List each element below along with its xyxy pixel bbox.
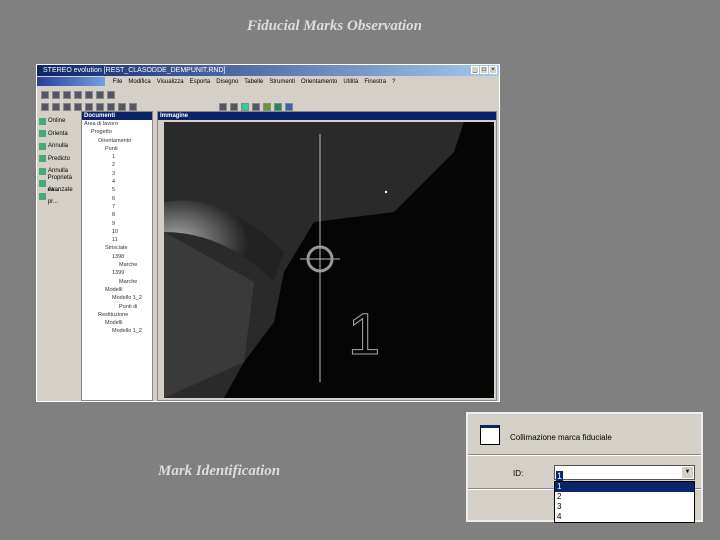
menu-item[interactable]: Disegno [216, 79, 238, 85]
chevron-down-icon[interactable]: ▼ [682, 467, 693, 478]
menu-item[interactable]: ? [392, 79, 395, 85]
fiducial-dot [384, 190, 388, 194]
tree-item[interactable]: 5 [82, 186, 152, 194]
dropdown-option[interactable]: 3 [555, 502, 694, 512]
tree-item[interactable]: 10 [82, 228, 152, 236]
sidebar-item-label: Predicto [48, 155, 71, 162]
image-panel-title: Immagine [158, 112, 496, 120]
tree-item[interactable]: Modelli [82, 319, 152, 327]
documents-panel: Documenti Area di lavoro Progetto Orientam… [81, 111, 153, 401]
tree-item[interactable]: 3 [82, 170, 152, 178]
sidebar-item-label: Online [48, 118, 66, 125]
collimation-icon [480, 425, 500, 445]
tree-item[interactable]: Modello 1_2 [82, 294, 152, 302]
toolbar-1[interactable] [41, 91, 115, 101]
image-panel: Immagine 1 [157, 111, 497, 401]
tool-icon [39, 130, 46, 138]
menu-item[interactable]: Strumenti [269, 79, 295, 85]
sidebar-item[interactable]: Avanzate pr... [39, 187, 83, 205]
close-button[interactable]: × [489, 66, 497, 74]
tool-icon [39, 167, 46, 175]
tool-icon [39, 180, 46, 188]
sidebar-item-label: Avanzate pr... [47, 187, 73, 206]
slide-subtitle: Mark Identification [158, 463, 281, 479]
tree-item[interactable]: 4 [82, 178, 152, 186]
menu-item[interactable]: Orientamento [301, 79, 337, 85]
tree-item[interactable]: 11 [82, 236, 152, 244]
id-label: ID: [513, 469, 524, 478]
tree-item[interactable]: Strisciate [82, 244, 152, 252]
sidebar-item-label: Annulla [48, 143, 69, 150]
slide-title: Fiducial Marks Observation [247, 18, 423, 34]
tree-item[interactable]: Restituzione [82, 311, 152, 319]
sidebar-item[interactable]: Online [39, 115, 83, 128]
tree-item[interactable]: 1398 [82, 253, 152, 261]
tree-item[interactable]: 8 [82, 211, 152, 219]
tree-item[interactable]: Punti [82, 145, 152, 153]
menu-item[interactable]: Tabelle [244, 79, 263, 85]
collimation-dialog: Collimazione marca fiduciale ID: 1 ▼ 123… [466, 412, 703, 523]
tree-item[interactable]: 1399 [82, 269, 152, 277]
tree-item[interactable]: 9 [82, 220, 152, 228]
tree-item[interactable]: Orientamento [82, 137, 152, 145]
title-bar: STEREO evolution [REST_CLASODDE_DEMPUNIT… [37, 65, 499, 76]
tree-item[interactable]: Marche [82, 278, 152, 286]
id-combobox[interactable]: 1 ▼ [554, 465, 695, 481]
aerial-image-canvas[interactable]: 1 [164, 122, 494, 398]
menu-item[interactable]: File [113, 79, 123, 85]
menu-item[interactable]: Visualizza [157, 79, 184, 85]
menu-item[interactable]: Modifica [128, 79, 150, 85]
tree-item[interactable]: 6 [82, 195, 152, 203]
tree-item[interactable]: Modello 1_2 [82, 327, 152, 335]
dropdown-option[interactable]: 4 [555, 512, 694, 522]
sidebar: Online Orienta Annulla Predicto Annulla Propr… [39, 115, 83, 205]
documents-panel-title: Documenti [82, 112, 152, 120]
maximize-button[interactable]: □ [480, 66, 488, 74]
tree-item[interactable]: Marche [82, 261, 152, 269]
mark-number-label: 1 [348, 302, 380, 367]
sidebar-item[interactable]: Orienta [39, 128, 83, 141]
menu-item[interactable]: Utilità [343, 79, 358, 85]
sidebar-item[interactable]: Predicto [39, 153, 83, 166]
dropdown-option[interactable]: 1 [555, 482, 694, 492]
menu-logo [37, 77, 105, 86]
tree-item[interactable]: Punti di [82, 303, 152, 311]
sidebar-item[interactable]: Annulla [39, 140, 83, 153]
tree-item[interactable]: Modelli [82, 286, 152, 294]
window-title: STEREO evolution [REST_CLASODDE_DEMPUNIT… [43, 67, 226, 74]
tree-item[interactable]: Progetto [82, 128, 152, 136]
menu-item[interactable]: Esporta [190, 79, 211, 85]
tool-icon [39, 142, 46, 150]
id-dropdown-list: 1234 [554, 481, 695, 523]
minimize-button[interactable]: _ [471, 66, 479, 74]
app-window: STEREO evolution [REST_CLASODDE_DEMPUNIT… [36, 64, 500, 402]
tool-icon [39, 155, 46, 163]
tree-item[interactable]: 2 [82, 161, 152, 169]
sidebar-item-label: Orienta [48, 130, 68, 137]
dialog-title: Collimazione marca fiduciale [510, 433, 612, 442]
project-tree: Area di lavoro Progetto Orientamento Punti 1… [82, 120, 152, 336]
menu-item[interactable]: Finestra [364, 79, 386, 85]
id-combobox-value: 1 [556, 471, 564, 481]
divider [468, 454, 701, 456]
tree-item[interactable]: 7 [82, 203, 152, 211]
tree-item[interactable]: 1 [82, 153, 152, 161]
tree-item[interactable]: Area di lavoro [82, 120, 152, 128]
dropdown-option[interactable]: 2 [555, 492, 694, 502]
menu-bar: File Modifica Visualizza Esporta Disegno Tabe… [37, 77, 499, 88]
tool-icon [39, 192, 46, 200]
tool-icon [39, 117, 46, 125]
